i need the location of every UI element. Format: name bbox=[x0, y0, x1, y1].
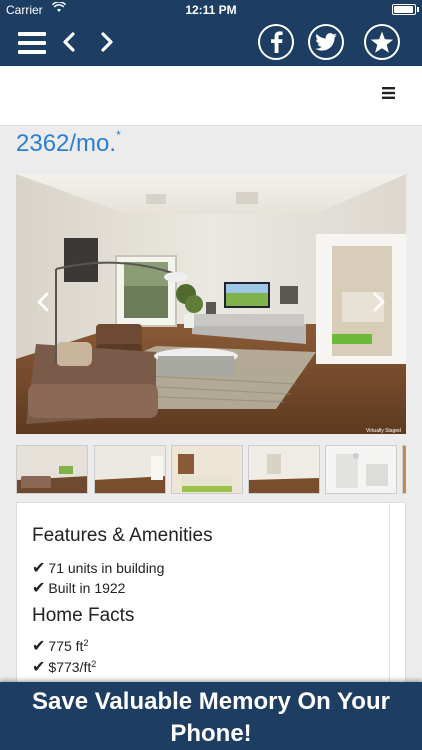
star-icon[interactable] bbox=[364, 24, 400, 60]
check-icon: ✔ bbox=[32, 659, 46, 676]
nav-bar bbox=[0, 20, 422, 66]
thumbnail[interactable] bbox=[325, 445, 397, 494]
feature-item: ✔ 71 units in building bbox=[32, 558, 164, 578]
photo-thumbnails bbox=[16, 445, 406, 495]
promo-banner[interactable]: Save Valuable Memory On Your Phone! bbox=[0, 682, 422, 750]
home-facts-heading: Home Facts bbox=[32, 605, 135, 626]
feature-text: Built in 1922 bbox=[48, 580, 126, 596]
fact-price-unit-sup: 2 bbox=[91, 659, 97, 669]
sub-header bbox=[0, 66, 422, 126]
thumbnail[interactable] bbox=[402, 445, 406, 494]
check-icon: ✔ bbox=[32, 580, 46, 597]
price-footnote: * bbox=[116, 128, 121, 142]
back-icon[interactable] bbox=[60, 31, 78, 53]
check-icon: ✔ bbox=[32, 638, 46, 655]
features-heading: Features & Amenities bbox=[32, 525, 213, 546]
forward-icon[interactable] bbox=[98, 31, 116, 53]
photo-watermark: Virtually Staged bbox=[366, 428, 401, 434]
clock: 12:11 PM bbox=[185, 3, 237, 17]
price-value: 2362/mo. bbox=[16, 130, 117, 157]
listing-price: 2362/mo.* bbox=[16, 128, 121, 158]
hamburger-icon[interactable] bbox=[382, 86, 395, 104]
fact-size-unit-sup: 2 bbox=[83, 638, 89, 648]
menu-icon[interactable] bbox=[18, 30, 46, 56]
thumbnail[interactable] bbox=[16, 445, 88, 494]
status-bar: Carrier 12:11 PM bbox=[0, 0, 422, 20]
listing-photo[interactable]: Virtually Staged bbox=[16, 174, 406, 434]
details-card: Features & Amenities ✔ 71 units in buildi… bbox=[16, 502, 406, 693]
facebook-icon[interactable] bbox=[258, 24, 294, 60]
feature-item: ✔ Built in 1922 bbox=[32, 578, 125, 598]
fact-price: $773/ft bbox=[48, 659, 92, 675]
thumbnail[interactable] bbox=[171, 445, 243, 494]
fact-item-size: ✔ 775 ft 2 bbox=[32, 636, 88, 656]
twitter-icon[interactable] bbox=[308, 24, 344, 60]
fact-item-price: ✔ $773/ft 2 bbox=[32, 657, 96, 677]
details-content: Features & Amenities ✔ 71 units in buildi… bbox=[32, 503, 390, 693]
battery-icon bbox=[392, 4, 416, 15]
feature-text: 71 units in building bbox=[48, 560, 165, 576]
thumbnail[interactable] bbox=[248, 445, 320, 494]
living-room-photo: Virtually Staged bbox=[16, 174, 406, 434]
photo-prev-icon[interactable] bbox=[36, 292, 50, 317]
thumbnail[interactable] bbox=[94, 445, 166, 494]
banner-line-2: Phone! bbox=[170, 720, 252, 747]
battery-tip bbox=[417, 7, 419, 12]
fact-size: 775 ft bbox=[48, 638, 84, 654]
banner-line-1: Save Valuable Memory On Your bbox=[32, 688, 390, 715]
photo-next-icon[interactable] bbox=[372, 292, 386, 317]
check-icon: ✔ bbox=[32, 560, 46, 577]
